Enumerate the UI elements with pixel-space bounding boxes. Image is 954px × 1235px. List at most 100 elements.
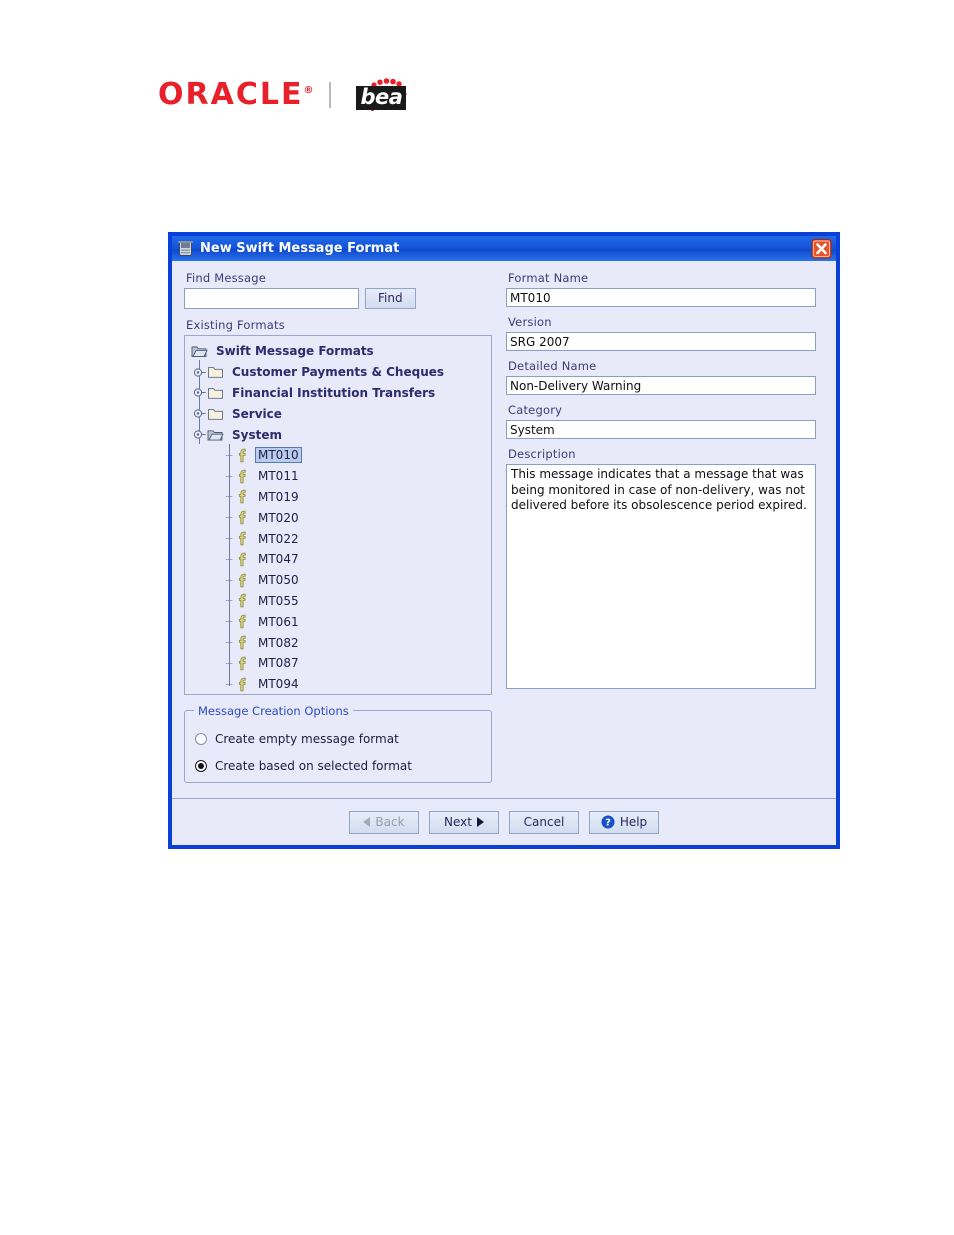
tree-node-root[interactable]: Swift Message Formats <box>185 341 491 362</box>
find-message-row: Find <box>184 288 492 309</box>
tree-node-label: Financial Institution Transfers <box>232 385 436 400</box>
format-icon <box>238 531 246 546</box>
tree-leaf-mt010[interactable]: MT010 <box>185 445 491 466</box>
format-icon <box>238 552 246 567</box>
dialog-titlebar[interactable]: New Swift Message Format <box>172 236 836 261</box>
message-creation-options-title: Message Creation Options <box>194 704 353 718</box>
tree-leaf-label: MT061 <box>258 614 299 629</box>
left-column: Find Message Find Existing Formats Swift… <box>184 271 492 697</box>
tree-elbow-icon <box>225 621 233 623</box>
description-textarea[interactable]: This message indicates that a message th… <box>506 464 816 689</box>
tree-elbow-icon <box>225 538 233 539</box>
version-input[interactable] <box>506 332 816 351</box>
expand-handle-icon[interactable] <box>193 366 206 379</box>
tree-leaf-label: MT020 <box>258 510 299 525</box>
description-label: Description <box>508 447 576 461</box>
tree-leaf-label: MT087 <box>258 656 299 671</box>
tree-elbow-last-icon <box>225 683 233 685</box>
format-icon <box>238 656 246 671</box>
tree-leaf-mt050[interactable]: MT050 <box>185 570 491 591</box>
format-icon <box>238 469 246 483</box>
format-name-input[interactable] <box>506 288 816 307</box>
description-field: Description This message indicates that … <box>506 447 816 689</box>
right-column: Format Name Version Detailed Name Catego… <box>506 271 816 697</box>
tree-leaf-mt047[interactable]: MT047 <box>185 549 491 570</box>
new-swift-message-format-dialog: New Swift Message Format Find Message Fi… <box>168 232 840 849</box>
expand-handle-icon[interactable] <box>193 407 206 420</box>
folder-icon <box>208 388 223 399</box>
oracle-registered-mark: ® <box>303 85 316 96</box>
expand-handle-icon[interactable] <box>193 386 206 399</box>
back-button-label: Back <box>375 814 405 829</box>
cancel-button[interactable]: Cancel <box>509 810 579 834</box>
radio-create-empty[interactable]: Create empty message format <box>195 725 491 752</box>
tree-node-label: Swift Message Formats <box>216 344 374 359</box>
tree-elbow-icon <box>225 455 233 456</box>
category-input[interactable] <box>506 420 816 439</box>
tree-leaf-label: MT050 <box>258 573 299 588</box>
help-button[interactable]: ? Help <box>589 810 659 834</box>
open-folder-icon <box>191 346 208 358</box>
tree-leaf-mt019[interactable]: MT019 <box>185 487 491 508</box>
tree-leaf-mt022[interactable]: MT022 <box>185 528 491 549</box>
tree-leaf-label: MT082 <box>258 635 299 650</box>
radio-create-based-on-selected[interactable]: Create based on selected format <box>195 752 491 779</box>
find-message-input[interactable] <box>184 288 359 309</box>
cancel-button-label: Cancel <box>523 814 565 829</box>
close-icon[interactable] <box>811 238 832 259</box>
tree-node-label: Service <box>232 406 282 421</box>
back-button[interactable]: Back <box>349 810 419 834</box>
tree-leaf-mt094[interactable]: MT094 <box>185 674 491 694</box>
tree-leaf-label: MT022 <box>258 531 299 546</box>
question-circle-icon: ? <box>601 815 615 829</box>
tree-node-branch-system[interactable]: System <box>185 424 491 445</box>
folder-icon <box>208 367 223 378</box>
version-field: Version <box>506 315 816 351</box>
tree-leaf-mt055[interactable]: MT055 <box>185 591 491 612</box>
tree-leaf-label: MT094 <box>258 677 299 692</box>
tree-leaf-mt082[interactable]: MT082 <box>185 632 491 653</box>
radio-button-icon[interactable] <box>195 732 207 745</box>
oracle-bea-logo: ORACLE® bea <box>158 75 414 115</box>
format-icon <box>238 511 246 525</box>
open-folder-icon <box>207 429 224 441</box>
category-field: Category <box>506 403 816 439</box>
tree-leaf-mt061[interactable]: MT061 <box>185 611 491 632</box>
next-button-label: Next <box>444 814 472 829</box>
arrow-right-icon <box>476 817 484 827</box>
detailed-name-label: Detailed Name <box>508 359 597 373</box>
tree-leaf-mt020[interactable]: MT020 <box>185 507 491 528</box>
tree-elbow-icon <box>225 642 233 643</box>
tree-node-branch[interactable]: Financial Institution Transfers <box>185 383 491 404</box>
format-icon <box>238 677 246 691</box>
dialog-columns: Find Message Find Existing Formats Swift… <box>184 271 824 697</box>
radio-create-empty-label: Create empty message format <box>215 731 399 746</box>
find-button[interactable]: Find <box>365 288 416 309</box>
tree-leaf-mt087[interactable]: MT087 <box>185 653 491 674</box>
version-label: Version <box>508 315 552 329</box>
detailed-name-input[interactable] <box>506 376 816 395</box>
folder-icon <box>208 408 223 420</box>
tree-leaf-mt011[interactable]: MT011 <box>185 466 491 487</box>
svg-text:?: ? <box>605 818 611 829</box>
format-icon <box>238 490 246 504</box>
oracle-wordmark: ORACLE® <box>158 80 315 110</box>
tree-node-branch[interactable]: Customer Payments & Cheques <box>185 362 491 383</box>
dialog-button-bar: Back Next Cancel ? Help <box>172 798 836 845</box>
tree-elbow-icon <box>225 517 233 519</box>
existing-formats-label: Existing Formats <box>186 318 285 332</box>
collapse-handle-icon[interactable] <box>193 428 206 441</box>
format-name-label: Format Name <box>508 271 589 285</box>
format-icon <box>238 573 246 587</box>
tree-leaf-label: MT055 <box>258 593 299 608</box>
tree-node-label: Customer Payments & Cheques <box>232 365 445 380</box>
tree-node-branch[interactable]: Service <box>185 403 491 424</box>
existing-formats-tree[interactable]: Swift Message Formats Customer Payments … <box>184 335 492 695</box>
radio-button-selected-icon[interactable] <box>195 759 207 772</box>
next-button[interactable]: Next <box>429 810 499 834</box>
tree-elbow-icon <box>225 600 233 602</box>
message-creation-options-group: Message Creation Options Create empty me… <box>184 704 492 783</box>
tree-elbow-icon <box>225 496 233 498</box>
tree-elbow-icon <box>225 559 233 560</box>
tree-elbow-icon <box>225 475 233 477</box>
